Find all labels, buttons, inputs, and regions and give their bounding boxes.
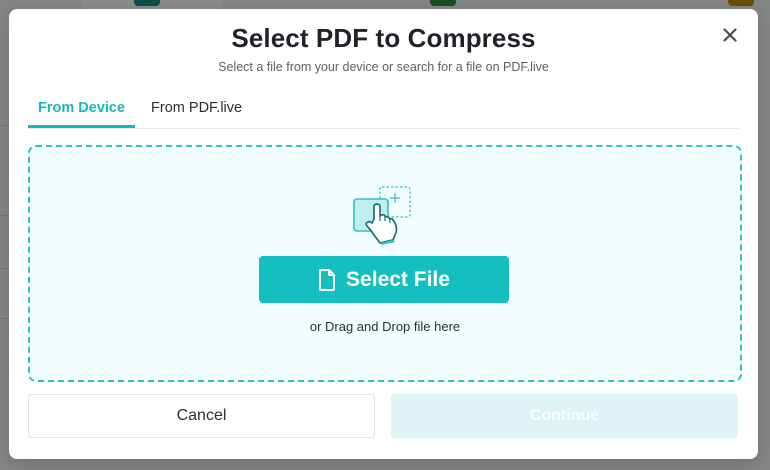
tap-hand-icon (353, 186, 411, 245)
background-chip (430, 0, 456, 6)
background-divider (0, 318, 8, 319)
source-tabs: From Device From PDF.live (28, 87, 739, 129)
dialog-title: Select PDF to Compress (231, 23, 536, 53)
background-divider (0, 268, 8, 269)
background-divider (0, 215, 8, 216)
background-chip (134, 0, 160, 6)
cancel-button[interactable]: Cancel (28, 394, 375, 438)
select-file-button[interactable]: Select File (259, 256, 509, 303)
tab-from-device[interactable]: From Device (28, 87, 136, 128)
drag-drop-hint: or Drag and Drop file here (309, 319, 461, 334)
file-dropzone[interactable]: Select File or Drag and Drop file here (28, 145, 742, 382)
select-pdf-dialog: Select PDF to Compress Select a file fro… (9, 9, 758, 459)
background-divider (0, 125, 8, 126)
continue-button[interactable]: Continue (391, 394, 738, 438)
select-file-label: Select File (346, 267, 450, 291)
file-icon (319, 268, 336, 291)
tab-from-pdf-live[interactable]: From PDF.live (141, 87, 252, 128)
dialog-subtitle: Select a file from your device or search… (218, 60, 549, 74)
background-chip (728, 0, 754, 6)
